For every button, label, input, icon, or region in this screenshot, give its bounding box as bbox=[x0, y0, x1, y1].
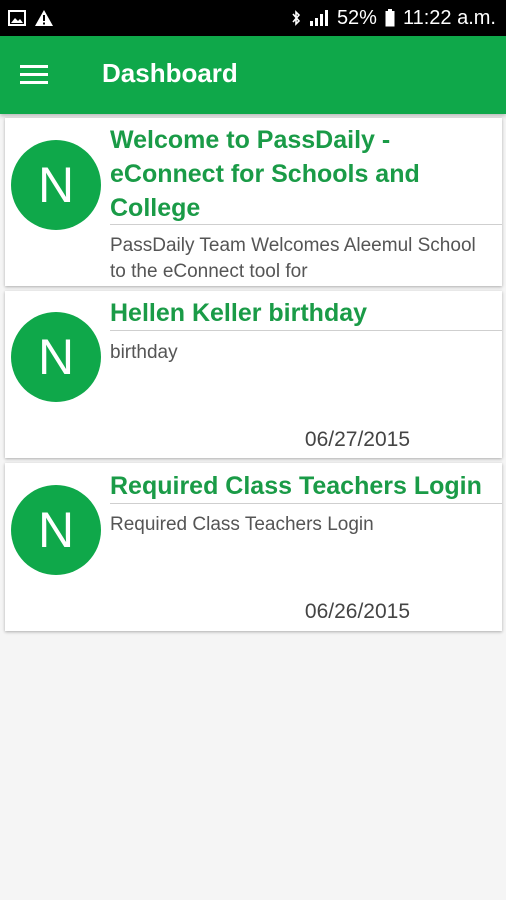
notice-date: 06/26/2015 bbox=[304, 600, 410, 623]
battery-percent: 52% bbox=[336, 6, 377, 29]
notice-body: Required Class Teachers Login bbox=[110, 514, 374, 535]
divider bbox=[110, 503, 502, 504]
avatar: N bbox=[11, 140, 101, 230]
clock: 11:22 a.m. bbox=[402, 6, 496, 29]
status-bar-right: 52% 11:22 a.m. bbox=[291, 7, 496, 30]
signal-icon bbox=[309, 10, 328, 26]
status-bar: 52% 11:22 a.m. bbox=[0, 0, 506, 36]
app-bar: Dashboard bbox=[0, 36, 506, 114]
bluetooth-icon bbox=[292, 10, 301, 26]
avatar: N bbox=[11, 485, 101, 575]
battery-icon bbox=[385, 9, 395, 27]
notice-card[interactable]: N Hellen Keller birthday birthday 06/27/… bbox=[5, 291, 502, 458]
notice-card[interactable]: N Required Class Teachers Login Required… bbox=[5, 463, 502, 631]
notice-title: Hellen Keller birthday bbox=[110, 299, 368, 327]
notice-date: 06/27/2015 bbox=[304, 428, 410, 451]
divider bbox=[110, 224, 502, 225]
notice-body: PassDaily Team Welcomes Aleemul School t… bbox=[110, 235, 476, 282]
hamburger-menu-icon[interactable] bbox=[20, 65, 48, 85]
status-bar-left bbox=[8, 9, 54, 27]
page-title: Dashboard bbox=[102, 58, 238, 88]
notice-body: birthday bbox=[110, 342, 178, 363]
divider bbox=[110, 330, 502, 331]
image-notification-icon bbox=[8, 10, 26, 26]
warning-icon bbox=[35, 10, 53, 26]
notice-card[interactable]: N Welcome to PassDaily - eConnect for Sc… bbox=[5, 118, 502, 286]
avatar: N bbox=[11, 312, 101, 402]
notice-title: Welcome to PassDaily - eConnect for Scho… bbox=[110, 126, 420, 222]
notice-title: Required Class Teachers Login bbox=[110, 472, 482, 500]
